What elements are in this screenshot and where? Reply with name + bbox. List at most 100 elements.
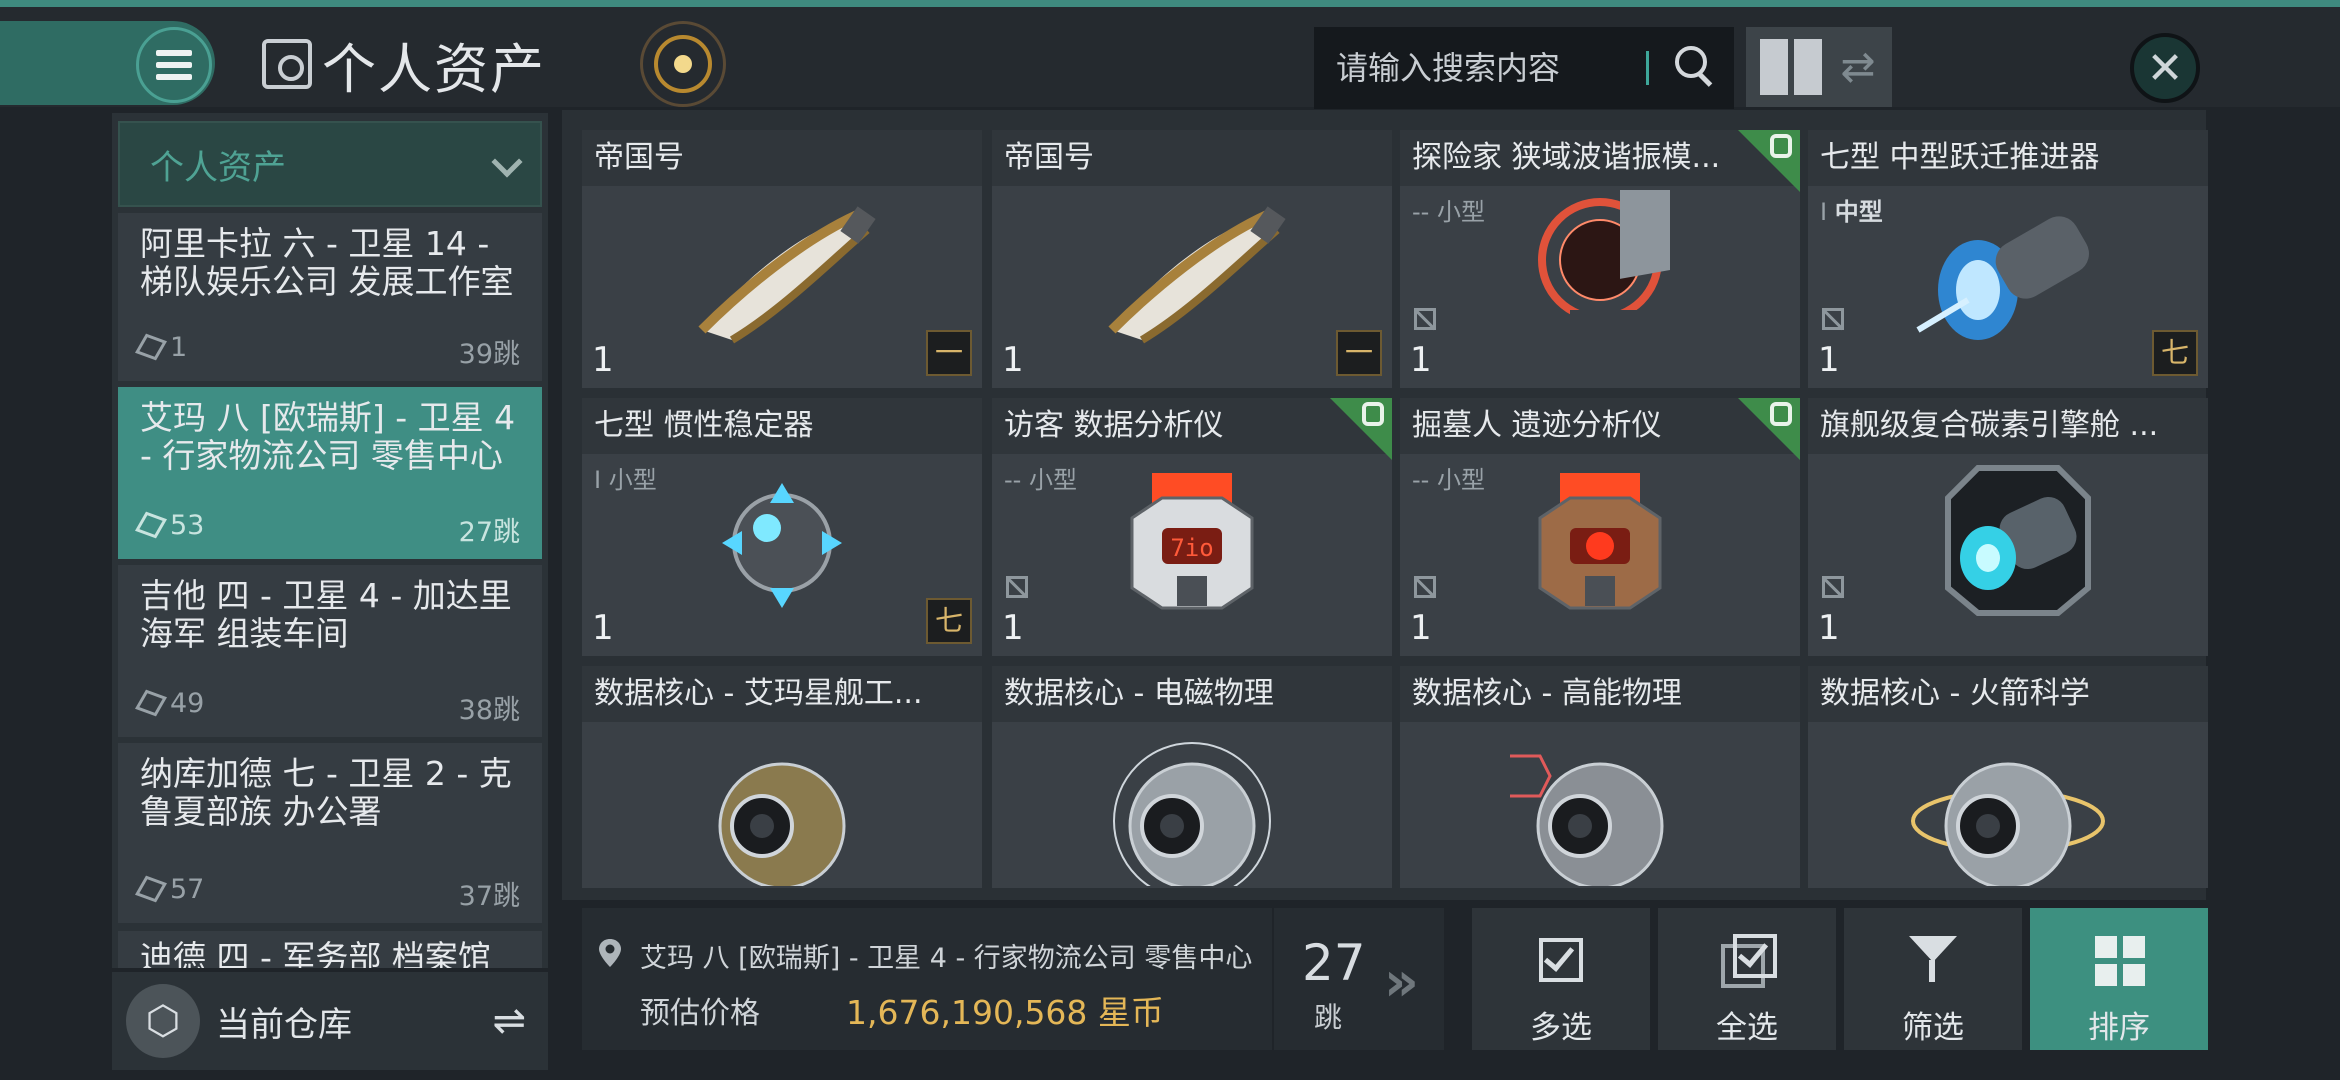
item-card[interactable]: 数据核心 - 电磁物理 (992, 666, 1392, 888)
item-size-info: -- 小型 (1412, 192, 1485, 227)
filter-label: 筛选 (1902, 1010, 1964, 1046)
item-card[interactable]: 探险家 狭域波谐振模... -- 小型 1 (1400, 130, 1800, 388)
asset-type-dropdown[interactable]: 个人资产 (118, 121, 542, 207)
search-icon[interactable] (1667, 38, 1727, 98)
header-bar: 个人资产 ⇄ ✕ (0, 7, 2340, 109)
safe-icon (262, 39, 312, 89)
item-card[interactable]: 旗舰级复合碳素引擎舱 ... 1 (1808, 398, 2208, 656)
item-card[interactable]: 七型 中型跃迁推进器 I 中型 1 七 (1808, 130, 2208, 388)
swap-warehouse-icon[interactable]: ⇌ (492, 998, 526, 1044)
item-size: 小型 (1436, 198, 1485, 226)
ship-item-image (1108, 206, 1286, 344)
corner-flag-icon (1738, 398, 1800, 460)
close-icon: ✕ (2146, 42, 2184, 94)
location-item-partial[interactable]: 迪德 四 - 军务部 档案馆 (118, 931, 542, 968)
unfittable-icon (1822, 308, 1844, 330)
item-card[interactable]: 数据核心 - 火箭科学 (1808, 666, 2208, 888)
current-location-name: 艾玛 八 [欧瑞斯] - 卫星 4 - 行家物流公司 零售中心 (640, 943, 1253, 974)
double-chevron-right-icon: » (1384, 950, 1419, 1013)
item-card[interactable]: 7io 访客 数据分析仪 -- 小型 1 (992, 398, 1392, 656)
corner-flag-icon (1738, 130, 1800, 192)
current-warehouse-label: 当前仓库 (216, 1004, 352, 1045)
cube-icon (135, 511, 167, 539)
item-quantity: 1 (592, 340, 614, 380)
current-warehouse-bar[interactable]: ⬡ 当前仓库 ⇌ (112, 972, 548, 1070)
cube-icon (135, 689, 167, 717)
location-name: 吉他 四 - 卫星 4 - 加达里海军 组装车间 (140, 576, 512, 653)
estimated-price-value: 1,676,190,568 星币 (846, 993, 1164, 1032)
item-count: 57 (170, 874, 205, 905)
select-all-label: 全选 (1716, 1010, 1778, 1046)
grid-view-icon[interactable] (1760, 39, 1822, 95)
page-title-group: 个人资产 (262, 29, 546, 101)
item-size-info: I 小型 (594, 460, 657, 495)
swap-view-icon[interactable]: ⇄ (1834, 43, 1882, 91)
menu-button[interactable] (136, 27, 212, 103)
location-pin-icon (599, 939, 621, 967)
core-silver-item-image (1113, 742, 1271, 886)
location-item[interactable]: 纳库加德 七 - 卫星 2 - 克鲁夏部族 办公署 57 37跳 (118, 743, 542, 923)
item-quantity: 1 (1818, 340, 1840, 380)
item-size-info: I 中型 (1820, 192, 1883, 227)
item-card[interactable]: 七型 惯性稳定器 I 小型 1 七 (582, 398, 982, 656)
hamburger-icon (156, 50, 192, 80)
sort-button[interactable]: 排序 (2030, 908, 2208, 1050)
item-meta-level: -- (1412, 198, 1430, 226)
dropdown-label: 个人资产 (150, 147, 286, 188)
double-checkbox-icon (1719, 932, 1777, 988)
item-card[interactable]: 掘墓人 遗迹分析仪 -- 小型 1 (1400, 398, 1800, 656)
item-meta-level: -- (1004, 466, 1022, 494)
filter-icon (1905, 932, 1961, 988)
jump-count: 27跳 (458, 517, 520, 548)
location-item-active[interactable]: 艾玛 八 [欧瑞斯] - 卫星 4 - 行家物流公司 零售中心 53 27跳 (118, 387, 542, 559)
estimated-price-label: 预估价格 (640, 996, 760, 1031)
location-sidebar: 个人资产 阿里卡拉 六 - 卫星 14 - 梯队娱乐公司 发展工作室 1 39跳 … (112, 113, 548, 968)
search-cursor-divider (1646, 51, 1649, 85)
sort-grid-icon (2091, 932, 2147, 988)
tech-tier-badge: 一 (926, 330, 972, 376)
svg-text:7io: 7io (1170, 534, 1213, 562)
item-title: 七型 惯性稳定器 (582, 398, 982, 454)
cube-icon (135, 875, 167, 903)
analyzer-orange-item-image (1538, 473, 1662, 610)
core-hex-item-image (1510, 754, 1664, 886)
select-all-button[interactable]: 全选 (1658, 908, 1836, 1050)
checkbox-icon (1533, 932, 1589, 988)
chevron-down-icon (491, 146, 523, 178)
jump-count: 38跳 (458, 695, 520, 726)
item-card[interactable]: 帝国号 1 一 (582, 130, 982, 388)
item-quantity: 1 (592, 608, 614, 648)
item-card[interactable]: 数据核心 - 艾玛星舰工... (582, 666, 982, 888)
close-button[interactable]: ✕ (2130, 33, 2200, 103)
route-jumps-button[interactable]: 27 跳 » (1274, 908, 1444, 1050)
multi-select-button[interactable]: 多选 (1472, 908, 1650, 1050)
jump-count: 37跳 (458, 881, 520, 912)
unfittable-icon (1006, 576, 1028, 598)
item-size: 中型 (1834, 198, 1883, 226)
scope-icon[interactable] (640, 21, 726, 107)
tech-tier-badge: 七 (2152, 330, 2198, 376)
tech-tier-badge: 七 (926, 598, 972, 644)
item-title: 数据核心 - 艾玛星舰工... (582, 666, 982, 722)
item-size: 小型 (1436, 466, 1485, 494)
analyzer-red-item-image: 7io (1130, 473, 1254, 610)
location-item[interactable]: 阿里卡拉 六 - 卫星 14 - 梯队娱乐公司 发展工作室 1 39跳 (118, 213, 542, 381)
jumps-unit: 跳 (1314, 1001, 1343, 1034)
location-name: 艾玛 八 [欧瑞斯] - 卫星 4 - 行家物流公司 零售中心 (140, 398, 516, 475)
item-count: 49 (170, 688, 205, 719)
location-item[interactable]: 吉他 四 - 卫星 4 - 加达里海军 组装车间 49 38跳 (118, 565, 542, 737)
item-card[interactable]: 帝国号 1 一 (992, 130, 1392, 388)
item-card[interactable]: 数据核心 - 高能物理 (1400, 666, 1800, 888)
sort-label: 排序 (2088, 1010, 2150, 1046)
item-size-info: -- 小型 (1004, 460, 1077, 495)
item-title: 旗舰级复合碳素引擎舱 ... (1808, 398, 2208, 454)
unfittable-icon (1414, 308, 1436, 330)
jump-count: 39跳 (458, 339, 520, 370)
search-input[interactable] (1336, 49, 1636, 87)
corner-flag-icon (1330, 398, 1392, 460)
view-toggle[interactable]: ⇄ (1746, 27, 1892, 107)
filter-button[interactable]: 筛选 (1844, 908, 2022, 1050)
item-quantity: 1 (1410, 340, 1432, 380)
search-box[interactable] (1314, 27, 1734, 109)
item-title: 帝国号 (582, 130, 982, 186)
